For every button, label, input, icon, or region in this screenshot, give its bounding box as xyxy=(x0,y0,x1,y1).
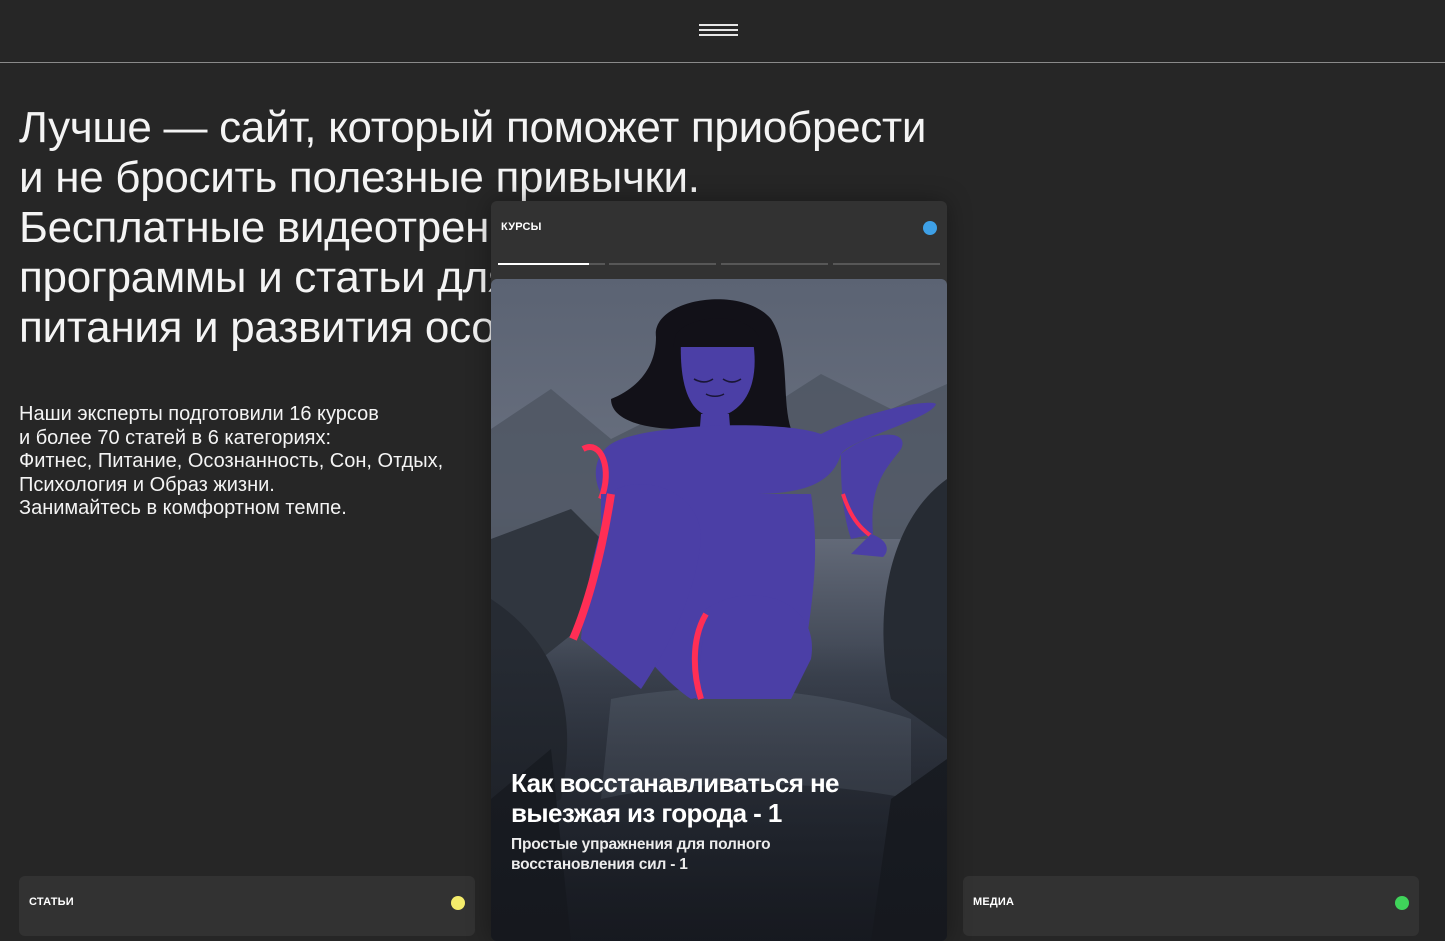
course-title-line: выезжая из города - 1 xyxy=(511,798,782,828)
articles-card[interactable]: СТАТЬИ xyxy=(19,876,475,936)
courses-card-label: КУРСЫ xyxy=(501,221,542,233)
hamburger-menu-icon[interactable] xyxy=(699,24,739,40)
course-subtitle: Простые упражнения для полного восстанов… xyxy=(511,835,931,875)
story-progress xyxy=(498,263,940,265)
headline-line: Лучше — сайт, который поможет приобрести xyxy=(19,103,927,152)
courses-card[interactable]: КУРСЫ Как восстанавливаться не выезжая и… xyxy=(491,201,947,941)
intro-line: Психология и Образ жизни. xyxy=(19,473,275,496)
courses-status-dot xyxy=(923,221,937,235)
media-card[interactable]: МЕДИА xyxy=(963,876,1419,936)
headline-line: и не бросить полезные привычки. xyxy=(19,153,700,202)
story-progress-segment[interactable] xyxy=(609,263,716,265)
course-subtitle-line: Простые упражнения для полного xyxy=(511,836,771,853)
course-title: Как восстанавливаться не выезжая из горо… xyxy=(511,768,931,828)
story-progress-segment[interactable] xyxy=(721,263,828,265)
story-progress-segment[interactable] xyxy=(498,263,605,265)
media-status-dot xyxy=(1395,896,1409,910)
intro-line: Фитнес, Питание, Осознанность, Сон, Отды… xyxy=(19,450,444,472)
articles-status-dot xyxy=(451,896,465,910)
intro-text: Наши эксперты подготовили 16 курсов и бо… xyxy=(19,403,499,521)
course-title-line: Как восстанавливаться не xyxy=(511,768,840,798)
intro-line: Наши эксперты подготовили 16 курсов xyxy=(19,403,379,425)
story-progress-segment[interactable] xyxy=(833,263,940,265)
course-slide[interactable]: Как восстанавливаться не выезжая из горо… xyxy=(491,279,947,941)
intro-line: и более 70 статей в 6 категориях: xyxy=(19,426,332,449)
course-subtitle-line: восстановления сил - 1 xyxy=(511,856,688,873)
articles-card-label: СТАТЬИ xyxy=(29,896,74,908)
media-card-label: МЕДИА xyxy=(973,896,1015,908)
top-bar xyxy=(0,0,1445,63)
intro-line: Занимайтесь в комфортном темпе. xyxy=(19,497,347,519)
